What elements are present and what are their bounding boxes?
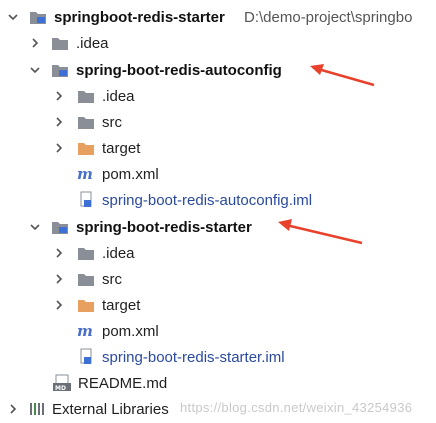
tree-row-starter-pom[interactable]: m pom.xml	[0, 318, 436, 344]
tree-row-autoconfig-iml[interactable]: spring-boot-redis-autoconfig.iml	[0, 187, 436, 213]
tree-row-starter-module[interactable]: spring-boot-redis-starter	[0, 214, 436, 240]
tree-row-root-idea[interactable]: .idea	[0, 30, 436, 56]
tree-row-autoconfig-src[interactable]: src	[0, 109, 436, 135]
chevron-right-icon[interactable]	[52, 272, 66, 286]
file-label: pom.xml	[102, 322, 159, 340]
tree-row-root[interactable]: springboot-redis-starter D:\demo-project…	[0, 4, 436, 30]
folder-label: target	[102, 296, 141, 314]
module-file-icon	[76, 348, 96, 366]
maven-icon: m	[76, 165, 96, 183]
folder-icon	[76, 87, 96, 105]
module-folder-icon	[50, 61, 70, 79]
chevron-right-icon[interactable]	[28, 36, 42, 50]
maven-icon: m	[76, 322, 96, 340]
folder-label: src	[102, 270, 122, 288]
folder-label: .idea	[102, 87, 135, 105]
file-label: spring-boot-redis-starter.iml	[102, 348, 285, 366]
excluded-folder-icon	[76, 296, 96, 314]
tree-row-starter-target[interactable]: target	[0, 292, 436, 318]
chevron-down-icon[interactable]	[6, 10, 20, 24]
root-module-path: D:\demo-project\springbo	[244, 8, 413, 26]
folder-icon	[76, 113, 96, 131]
folder-icon	[76, 270, 96, 288]
module-folder-icon	[28, 8, 48, 26]
folder-label: src	[102, 113, 122, 131]
folder-label: .idea	[102, 244, 135, 262]
folder-icon	[50, 34, 70, 52]
tree-row-starter-iml[interactable]: spring-boot-redis-starter.iml	[0, 344, 436, 370]
chevron-down-icon[interactable]	[28, 63, 42, 77]
annotation-arrow-icon	[310, 64, 375, 87]
module-file-icon	[76, 191, 96, 209]
starter-module-name: spring-boot-redis-starter	[76, 218, 252, 236]
libraries-icon	[28, 400, 48, 418]
chevron-down-icon[interactable]	[28, 220, 42, 234]
tree-row-starter-idea[interactable]: .idea	[0, 240, 436, 266]
chevron-right-icon[interactable]	[52, 115, 66, 129]
tree-row-readme[interactable]: MD README.md	[0, 370, 436, 396]
autoconfig-module-name: spring-boot-redis-autoconfig	[76, 61, 282, 79]
chevron-right-icon[interactable]	[52, 246, 66, 260]
tree-row-autoconfig-pom[interactable]: m pom.xml	[0, 161, 436, 187]
external-libraries-label: External Libraries	[52, 400, 169, 418]
svg-text:MD: MD	[55, 385, 66, 392]
svg-text:m: m	[77, 323, 93, 339]
root-module-name: springboot-redis-starter	[54, 8, 225, 26]
chevron-right-icon[interactable]	[52, 89, 66, 103]
tree-row-starter-src[interactable]: src	[0, 266, 436, 292]
folder-label: .idea	[76, 34, 109, 52]
markdown-file-icon: MD	[52, 374, 72, 392]
chevron-right-icon[interactable]	[52, 141, 66, 155]
file-label: pom.xml	[102, 165, 159, 183]
chevron-right-icon[interactable]	[6, 402, 20, 416]
file-label: spring-boot-redis-autoconfig.iml	[102, 191, 313, 209]
folder-icon	[76, 244, 96, 262]
annotation-arrow-icon	[278, 219, 363, 245]
watermark: https://blog.csdn.net/weixin_43254936	[180, 400, 413, 415]
excluded-folder-icon	[76, 139, 96, 157]
svg-text:m: m	[77, 166, 93, 182]
module-folder-icon	[50, 218, 70, 236]
folder-label: target	[102, 139, 141, 157]
tree-row-autoconfig-target[interactable]: target	[0, 135, 436, 161]
file-label: README.md	[78, 374, 168, 392]
chevron-right-icon[interactable]	[52, 298, 66, 312]
